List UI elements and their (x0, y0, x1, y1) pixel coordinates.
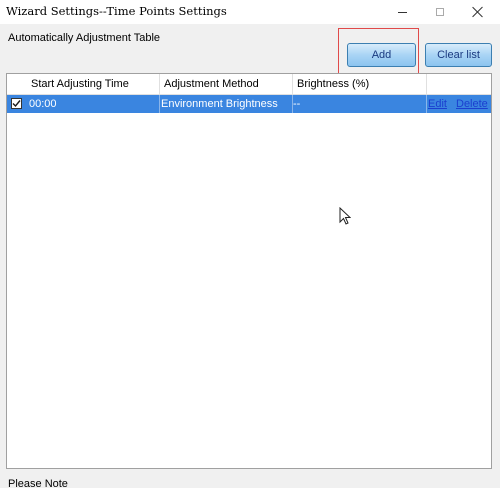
table-title: Automatically Adjustment Table (8, 32, 161, 44)
edit-link[interactable]: Edit (428, 98, 447, 110)
minimize-button[interactable] (386, 0, 418, 24)
settings-window: Wizard Settings--Time Points Settings Au… (0, 0, 500, 488)
column-divider (159, 74, 160, 94)
window-title: Wizard Settings--Time Points Settings (6, 4, 227, 18)
delete-link[interactable]: Delete (456, 98, 488, 110)
close-icon (472, 6, 484, 18)
row-checkbox[interactable] (11, 98, 22, 109)
column-header-method[interactable]: Adjustment Method (164, 78, 259, 90)
cell-brightness: -- (293, 98, 301, 110)
adjustment-table[interactable]: Start Adjusting Time Adjustment Method B… (6, 73, 492, 469)
checkmark-icon (12, 100, 21, 108)
column-header-start-time[interactable]: Start Adjusting Time (31, 78, 129, 90)
add-button[interactable]: Add (347, 43, 416, 67)
minimize-icon (397, 11, 407, 13)
column-divider (426, 74, 427, 94)
mouse-cursor-icon (339, 207, 351, 225)
maximize-icon (436, 8, 444, 16)
cell-method: Environment Brightness (161, 98, 278, 110)
please-note-label: Please Note (8, 478, 68, 488)
table-header: Start Adjusting Time Adjustment Method B… (7, 74, 491, 95)
row-divider (159, 95, 160, 113)
close-button[interactable] (462, 0, 494, 24)
cell-start-time: 00:00 (29, 98, 57, 110)
row-divider (426, 95, 427, 113)
column-divider (292, 74, 293, 94)
table-row[interactable]: 00:00 Environment Brightness -- Edit Del… (7, 95, 491, 113)
maximize-button[interactable] (424, 0, 456, 24)
title-bar: Wizard Settings--Time Points Settings (0, 0, 500, 24)
column-header-brightness[interactable]: Brightness (%) (297, 78, 369, 90)
clear-list-button[interactable]: Clear list (425, 43, 492, 67)
